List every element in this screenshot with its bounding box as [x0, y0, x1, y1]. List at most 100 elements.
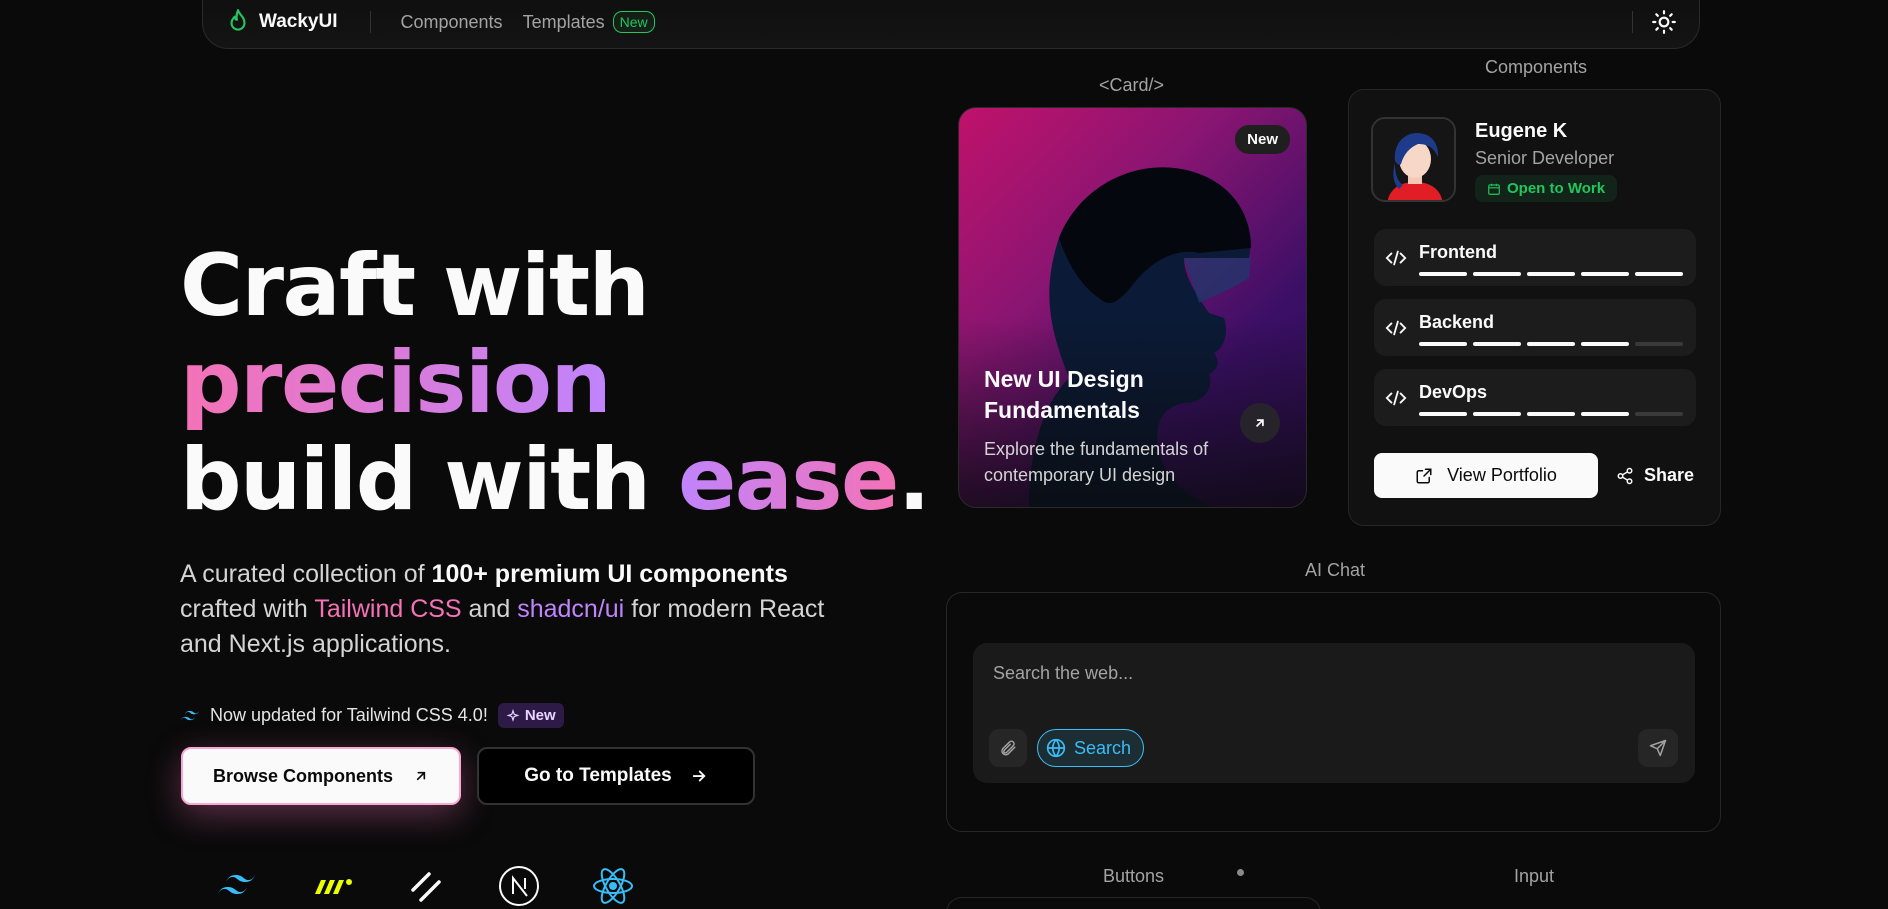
skill-backend: Backend	[1374, 299, 1696, 356]
send-icon	[1649, 739, 1667, 757]
nextjs-icon	[499, 866, 539, 906]
external-link-icon	[1416, 468, 1432, 483]
level-segment	[1473, 342, 1521, 346]
level-segment	[1581, 412, 1629, 416]
motion-icon	[315, 879, 352, 894]
hero-line-3: build with	[180, 430, 678, 530]
level-segment	[1635, 342, 1683, 346]
skill-level-bar	[1419, 272, 1683, 276]
update-text: Now updated for Tailwind CSS 4.0!	[210, 705, 488, 725]
hero-highlight-ease: ease	[677, 430, 899, 530]
share-button[interactable]: Share	[1616, 453, 1694, 498]
level-segment	[1527, 272, 1575, 276]
avatar-illustration	[1373, 119, 1454, 200]
code-icon	[1385, 390, 1407, 406]
level-segment	[1473, 272, 1521, 276]
hero-line-2: precision	[180, 333, 612, 433]
new-badge-label: New	[524, 707, 556, 724]
tailwind-icon	[218, 875, 255, 894]
flame-icon	[230, 9, 246, 31]
update-banner: Now updated for Tailwind CSS 4.0! New	[180, 703, 564, 728]
profile-name: Eugene K	[1475, 120, 1568, 142]
nav-link-label: Components	[400, 11, 503, 32]
tech-stack-icons	[215, 864, 635, 908]
ai-chat-card: Search the web... Search	[946, 592, 1721, 832]
tailwind-icon	[180, 710, 200, 720]
hero-period: .	[897, 430, 931, 530]
arrow-right-icon	[692, 770, 706, 782]
attach-button[interactable]	[989, 729, 1027, 767]
code-icon	[1385, 250, 1407, 266]
hero-description: A curated collection of 100+ premium UI …	[180, 557, 860, 662]
send-button[interactable]	[1638, 729, 1678, 767]
share-icon	[1617, 467, 1633, 484]
sun-icon[interactable]	[1651, 9, 1677, 35]
calendar-icon	[1488, 183, 1500, 195]
buttons-preview-card	[946, 897, 1321, 909]
desc-bold: 100+ premium UI components	[431, 560, 788, 588]
sparkle-icon	[506, 708, 520, 722]
hero-title: Craft with precision build with ease.	[180, 236, 931, 530]
arrow-up-right-icon	[1256, 419, 1264, 427]
level-segment	[1419, 272, 1467, 276]
brand-name: WackyUI	[259, 11, 338, 32]
desc-text: crafted with	[180, 595, 315, 623]
skill-name: Frontend	[1419, 242, 1497, 262]
status-badge: Open to Work	[1475, 175, 1618, 202]
browse-components-button[interactable]: Browse Components	[181, 747, 461, 805]
view-portfolio-button[interactable]: View Portfolio	[1374, 453, 1598, 498]
brand-logo[interactable]: WackyUI	[225, 8, 338, 36]
desc-text: A curated collection of	[180, 560, 432, 588]
arrow-up-right-icon	[416, 771, 426, 781]
cursor-dot	[1237, 869, 1244, 876]
profile-card: Eugene K Senior Developer Open to Work F…	[1348, 89, 1721, 526]
code-icon	[1385, 320, 1407, 336]
skill-name: Backend	[1419, 312, 1495, 332]
web-search-toggle[interactable]: Search	[1037, 729, 1145, 767]
paperclip-icon	[1001, 740, 1016, 756]
open-article-button[interactable]	[1240, 403, 1280, 443]
tailwind-link: Tailwind CSS	[314, 595, 462, 623]
search-placeholder: Search the web...	[993, 663, 1134, 683]
hero-line-1: Craft with	[180, 236, 650, 336]
ai-chat-section-label: AI Chat	[1305, 560, 1366, 580]
card-subtitle: Explore the fundamentals of contemporary…	[984, 439, 1209, 485]
globe-icon	[1046, 738, 1066, 758]
search-label: Search	[1074, 737, 1132, 758]
skill-frontend: Frontend	[1374, 229, 1696, 286]
level-segment	[1635, 412, 1683, 416]
new-badge: New	[497, 703, 564, 728]
go-to-templates-button[interactable]: Go to Templates	[477, 747, 755, 805]
level-segment	[1419, 412, 1467, 416]
nav-divider	[1632, 11, 1633, 33]
button-label: View Portfolio	[1447, 465, 1557, 485]
level-segment	[1527, 342, 1575, 346]
react-icon	[593, 868, 633, 904]
card-title: New UI Design Fundamentals	[984, 366, 1144, 423]
search-input[interactable]: Search the web... Search	[973, 643, 1695, 783]
button-label: Share	[1644, 465, 1695, 485]
shadcn-icon	[411, 872, 441, 902]
card-section-label: <Card/>	[1099, 75, 1165, 95]
skill-level-bar	[1419, 342, 1683, 346]
level-segment	[1581, 342, 1629, 346]
desc-text: and	[461, 595, 518, 623]
status-label: Open to Work	[1507, 180, 1606, 197]
nav-divider	[369, 11, 371, 33]
button-label: Go to Templates	[524, 765, 672, 786]
new-badge: New	[1235, 125, 1290, 154]
level-segment	[1473, 412, 1521, 416]
article-card[interactable]: New New UI Design Fundamentals Explore t…	[958, 107, 1307, 508]
level-segment	[1581, 272, 1629, 276]
avatar	[1371, 117, 1456, 202]
skill-devops: DevOps	[1374, 369, 1696, 426]
nav-link-components[interactable]: Components	[401, 12, 503, 33]
skill-level-bar	[1419, 412, 1683, 416]
components-section-label: Components	[1485, 57, 1588, 77]
nav-link-templates[interactable]: Templates New	[523, 11, 655, 33]
buttons-section-label: Buttons	[1103, 866, 1165, 886]
profile-role: Senior Developer	[1475, 148, 1615, 168]
input-section-label: Input	[1514, 866, 1555, 886]
top-navbar: WackyUI Components Templates New	[202, 0, 1700, 49]
skill-name: DevOps	[1419, 382, 1488, 402]
